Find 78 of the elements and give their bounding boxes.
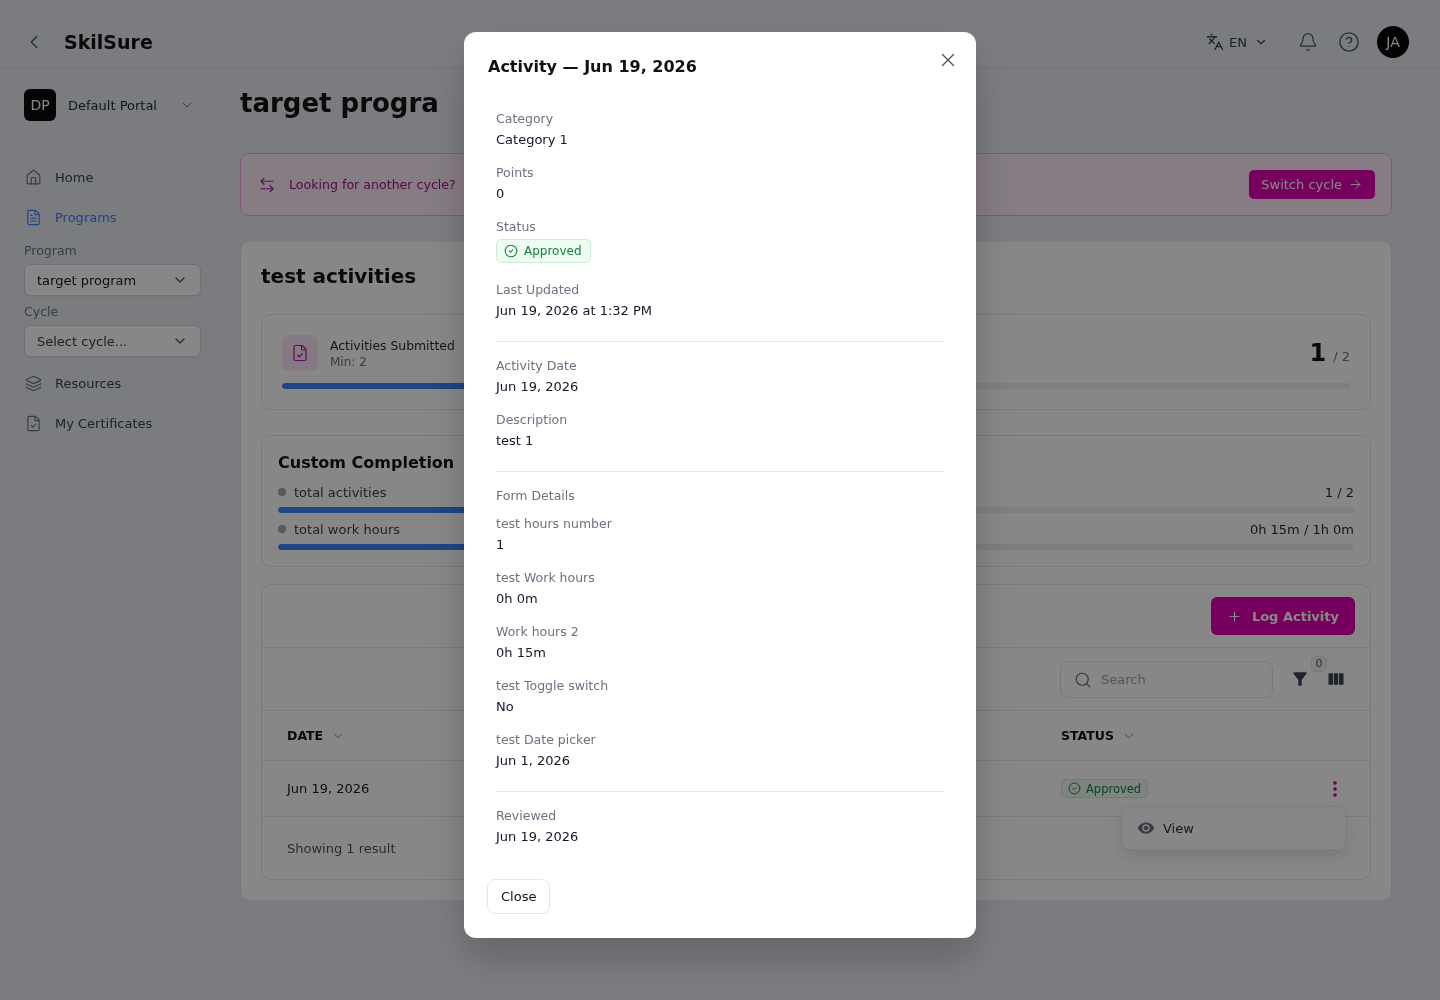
help-button[interactable]: [1337, 30, 1361, 54]
field-label: test hours number: [496, 516, 612, 532]
column-header[interactable]: DATE: [287, 728, 346, 743]
kebab-icon: [1333, 780, 1337, 797]
arrow-right-icon: [1348, 177, 1363, 192]
switch-cycle-button[interactable]: Switch cycle: [1249, 170, 1375, 199]
search-icon: [1074, 670, 1092, 689]
bell-icon: [1298, 32, 1318, 52]
banner-text: Looking for another cycle?: [289, 177, 456, 192]
nav-link[interactable]: My Certificates: [24, 405, 157, 441]
check-circle-icon: [504, 244, 518, 258]
swap-arrows-icon: [258, 175, 276, 194]
field-value: 0h 15m: [496, 644, 546, 662]
document-check-icon: [282, 335, 318, 371]
field-value: test 1: [496, 432, 534, 450]
field-label: Activity Date: [496, 358, 577, 374]
select-label: Program: [24, 243, 77, 259]
criterion-reading: 1 / 2: [1324, 484, 1354, 500]
section-title: test activities: [261, 264, 417, 288]
house-icon: [25, 168, 42, 186]
field-value: 0: [496, 185, 505, 203]
status-text: Approved: [1086, 781, 1142, 796]
eye-icon: [1137, 819, 1155, 837]
requirement-title: Activities Submitted: [330, 336, 455, 354]
status-text: Approved: [524, 244, 582, 258]
column-header[interactable]: STATUS: [1061, 728, 1136, 743]
field-value: Category 1: [496, 131, 568, 149]
portal-switcher[interactable]: DP Default Portal: [24, 89, 201, 121]
portal-initials: DP: [24, 89, 56, 121]
result-count: Showing 1 result: [287, 840, 396, 856]
dialog-title: Activity — Jun 19, 2026: [488, 57, 697, 77]
nav-link[interactable]: Programs: [24, 199, 121, 235]
layers-icon: [25, 374, 42, 392]
field-label: Work hours 2: [496, 624, 579, 640]
field-value: No: [496, 698, 514, 716]
log-activity-button[interactable]: Log Activity: [1210, 597, 1355, 635]
filter-count: 0: [1311, 656, 1327, 672]
close-dialog-button[interactable]: Close: [487, 879, 551, 914]
field-value: Jun 19, 2026: [496, 828, 579, 846]
document-icon: [25, 208, 42, 226]
field-label: Category: [496, 111, 554, 127]
field-label: test Toggle switch: [496, 678, 609, 694]
language-selector[interactable]: EN: [1206, 28, 1268, 56]
card-title: Custom Completion: [278, 453, 455, 473]
activity-date: Jun 19, 2026: [287, 781, 370, 796]
dropdown-select[interactable]: target program: [24, 264, 201, 296]
translate-icon: [1206, 33, 1225, 51]
field-label: test Work hours: [496, 570, 595, 586]
nav-link[interactable]: Resources: [24, 365, 126, 401]
nav-link[interactable]: Home: [24, 159, 98, 195]
field-label: Description: [496, 412, 568, 428]
criterion-label: total work hours: [294, 521, 400, 537]
plus-icon: [1226, 608, 1242, 624]
user-avatar[interactable]: JA: [1377, 26, 1409, 58]
dropdown-select[interactable]: Select cycle...: [24, 325, 201, 357]
field-value: Jun 19, 2026 at 1:32 PM: [496, 302, 653, 320]
criterion-label: total activities: [294, 484, 387, 500]
field-value: 1: [496, 536, 505, 554]
field-value: Jun 1, 2026: [496, 752, 571, 770]
help-icon: [1338, 31, 1360, 53]
field-label: Reviewed: [496, 808, 557, 824]
field-label: Last Updated: [496, 282, 580, 298]
brand-name: SkilSure: [64, 31, 153, 53]
field-label: Status: [496, 219, 536, 235]
progress-target: / 2: [1333, 349, 1350, 364]
section-heading: Form Details: [496, 488, 575, 504]
field-value: Jun 19, 2026: [496, 378, 579, 396]
select-label: Cycle: [24, 304, 59, 320]
page-title: target progra: [240, 88, 439, 119]
document-check-icon: [25, 414, 42, 432]
progress-count: 1: [1309, 339, 1327, 367]
field-value: 0h 0m: [496, 590, 538, 608]
check-circle-icon: [1068, 782, 1081, 795]
field-label: Points: [496, 165, 534, 181]
view-menu-item[interactable]: View: [1127, 811, 1341, 845]
requirement-minimum: Min: 2: [330, 353, 368, 370]
field-label: test Date picker: [496, 732, 596, 748]
criterion-reading: 0h 15m / 1h 0m: [1249, 521, 1354, 537]
